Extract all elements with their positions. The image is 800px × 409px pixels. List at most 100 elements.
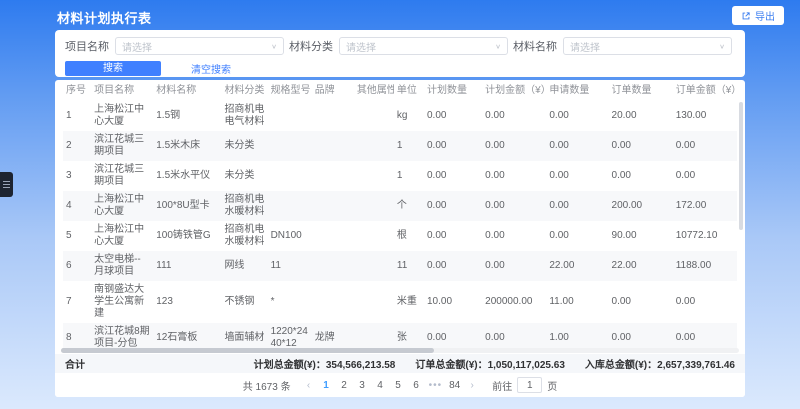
table-cell: 1 xyxy=(394,161,424,191)
table-cell xyxy=(312,221,354,251)
sidebar-toggle[interactable] xyxy=(0,172,13,197)
table-cell: 未分类 xyxy=(221,161,267,191)
table-cell xyxy=(354,281,394,323)
material-name-select[interactable]: 请选择 ∨ xyxy=(563,37,732,55)
page-number[interactable]: 5 xyxy=(391,379,406,392)
table-cell: 0.00 xyxy=(546,131,608,161)
table-cell: 招商机电电气材料 xyxy=(221,101,267,131)
page-number[interactable]: 4 xyxy=(373,379,388,392)
table-cell: 0.00 xyxy=(482,101,546,131)
material-category-select[interactable]: 请选择 ∨ xyxy=(339,37,508,55)
table-cell: 11.00 xyxy=(546,281,608,323)
goto-suffix-label: 页 xyxy=(547,378,557,393)
planned-total-amount: 计划总金额(¥)：354,566,213.58 xyxy=(254,356,396,371)
material-category-label: 材料分类 xyxy=(289,38,333,54)
table-cell: 0.00 xyxy=(546,101,608,131)
export-label: 导出 xyxy=(755,8,775,23)
table-cell: kg xyxy=(394,101,424,131)
table-cell: 3 xyxy=(63,161,91,191)
table-cell: 0.00 xyxy=(673,131,737,161)
table-cell xyxy=(312,101,354,131)
table-cell: 根 xyxy=(394,221,424,251)
table-row: 5上海松江中心大厦100铸铁管G招商机电水暖材料DN100根0.000.000.… xyxy=(63,221,737,251)
table-cell: 0.00 xyxy=(482,161,546,191)
table-cell: 0.00 xyxy=(424,191,482,221)
table-cell: 0.00 xyxy=(673,161,737,191)
table-cell xyxy=(312,161,354,191)
table-cell: 1.5米木床 xyxy=(153,131,221,161)
inbound-total-amount: 入库总金额(¥)：2,657,339,761.46 xyxy=(585,356,735,371)
table-cell xyxy=(354,221,394,251)
column-header: 品牌 xyxy=(312,80,354,101)
project-name-select[interactable]: 请选择 ∨ xyxy=(115,37,284,55)
table-cell: 0.00 xyxy=(482,191,546,221)
table-cell: 22.00 xyxy=(546,251,608,281)
table-cell: 123 xyxy=(153,281,221,323)
column-header: 计划金额（¥） xyxy=(482,80,546,101)
table-cell: * xyxy=(268,281,312,323)
horizontal-scrollbar-thumb[interactable] xyxy=(61,348,434,353)
table-cell: 0.00 xyxy=(482,221,546,251)
order-total-amount: 订单总金额(¥)：1,050,117,025.63 xyxy=(415,356,565,371)
table-cell: 滨江花城三期项目 xyxy=(91,131,153,161)
table-cell: 10772.10 xyxy=(673,221,737,251)
table-cell: 上海松江中心大厦 xyxy=(91,221,153,251)
search-button[interactable]: 搜索 xyxy=(65,61,161,76)
table-body: 1上海松江中心大厦1.5钢招商机电电气材料kg0.000.000.0020.00… xyxy=(63,101,737,383)
table-cell: 招商机电水暖材料 xyxy=(221,221,267,251)
table-cell: 0.00 xyxy=(424,161,482,191)
table-cell: 0.00 xyxy=(424,251,482,281)
table-cell xyxy=(354,161,394,191)
prev-page-button[interactable]: ‹ xyxy=(302,380,316,391)
table-row: 2滨江花城三期项目1.5米木床未分类10.000.000.000.000.00 xyxy=(63,131,737,161)
column-header: 订单数量 xyxy=(609,80,673,101)
table-cell: 上海松江中心大厦 xyxy=(91,191,153,221)
total-count-text: 共 1673 条 xyxy=(243,378,291,393)
table-cell: 200000.00 xyxy=(482,281,546,323)
page-number[interactable]: 1 xyxy=(319,379,334,392)
table-cell: 1.5钢 xyxy=(153,101,221,131)
export-icon xyxy=(741,11,751,21)
table-cell: 0.00 xyxy=(424,221,482,251)
goto-page-input[interactable] xyxy=(517,377,542,393)
page-number[interactable]: 3 xyxy=(355,379,370,392)
clear-search-link[interactable]: 清空搜索 xyxy=(191,61,231,76)
page-number[interactable]: 6 xyxy=(409,379,424,392)
page-title: 材料计划执行表 xyxy=(57,8,152,27)
table-header-row: 序号项目名称材料名称材料分类规格型号品牌其他属性单位计划数量计划金额（¥）申请数… xyxy=(63,80,737,101)
table-cell xyxy=(312,131,354,161)
table-cell: 200.00 xyxy=(609,191,673,221)
chevron-down-icon: ∨ xyxy=(719,42,725,49)
next-page-button[interactable]: › xyxy=(465,380,479,391)
table-cell: 太空电梯--月球项目 xyxy=(91,251,153,281)
project-name-placeholder: 请选择 xyxy=(122,39,152,54)
chevron-down-icon: ∨ xyxy=(495,42,501,49)
table-row: 7南钢盛达大学生公寓新建123不锈钢*米重10.00200000.0011.00… xyxy=(63,281,737,323)
table-cell: 100铸铁管G xyxy=(153,221,221,251)
table-cell xyxy=(268,191,312,221)
page-number[interactable]: 2 xyxy=(337,379,352,392)
table-cell: 0.00 xyxy=(546,221,608,251)
table-cell: 7 xyxy=(63,281,91,323)
table-cell: 2 xyxy=(63,131,91,161)
material-name-placeholder: 请选择 xyxy=(570,39,600,54)
table-cell: 0.00 xyxy=(609,281,673,323)
vertical-scrollbar[interactable] xyxy=(739,102,743,230)
table-cell: 0.00 xyxy=(673,281,737,323)
goto-page-control: 前往 页 xyxy=(492,377,557,393)
table-cell: 1 xyxy=(394,131,424,161)
table-cell xyxy=(268,101,312,131)
page-number[interactable]: 84 xyxy=(447,379,462,392)
table-cell xyxy=(354,251,394,281)
results-table-panel: 序号项目名称材料名称材料分类规格型号品牌其他属性单位计划数量计划金额（¥）申请数… xyxy=(55,80,745,397)
table-cell xyxy=(312,251,354,281)
table-cell: 10.00 xyxy=(424,281,482,323)
table-cell: 111 xyxy=(153,251,221,281)
table-cell: 0.00 xyxy=(482,131,546,161)
export-button[interactable]: 导出 xyxy=(732,6,784,25)
column-header: 规格型号 xyxy=(268,80,312,101)
table-cell: 1188.00 xyxy=(673,251,737,281)
column-header: 其他属性 xyxy=(354,80,394,101)
table-cell: 个 xyxy=(394,191,424,221)
table-cell xyxy=(354,101,394,131)
